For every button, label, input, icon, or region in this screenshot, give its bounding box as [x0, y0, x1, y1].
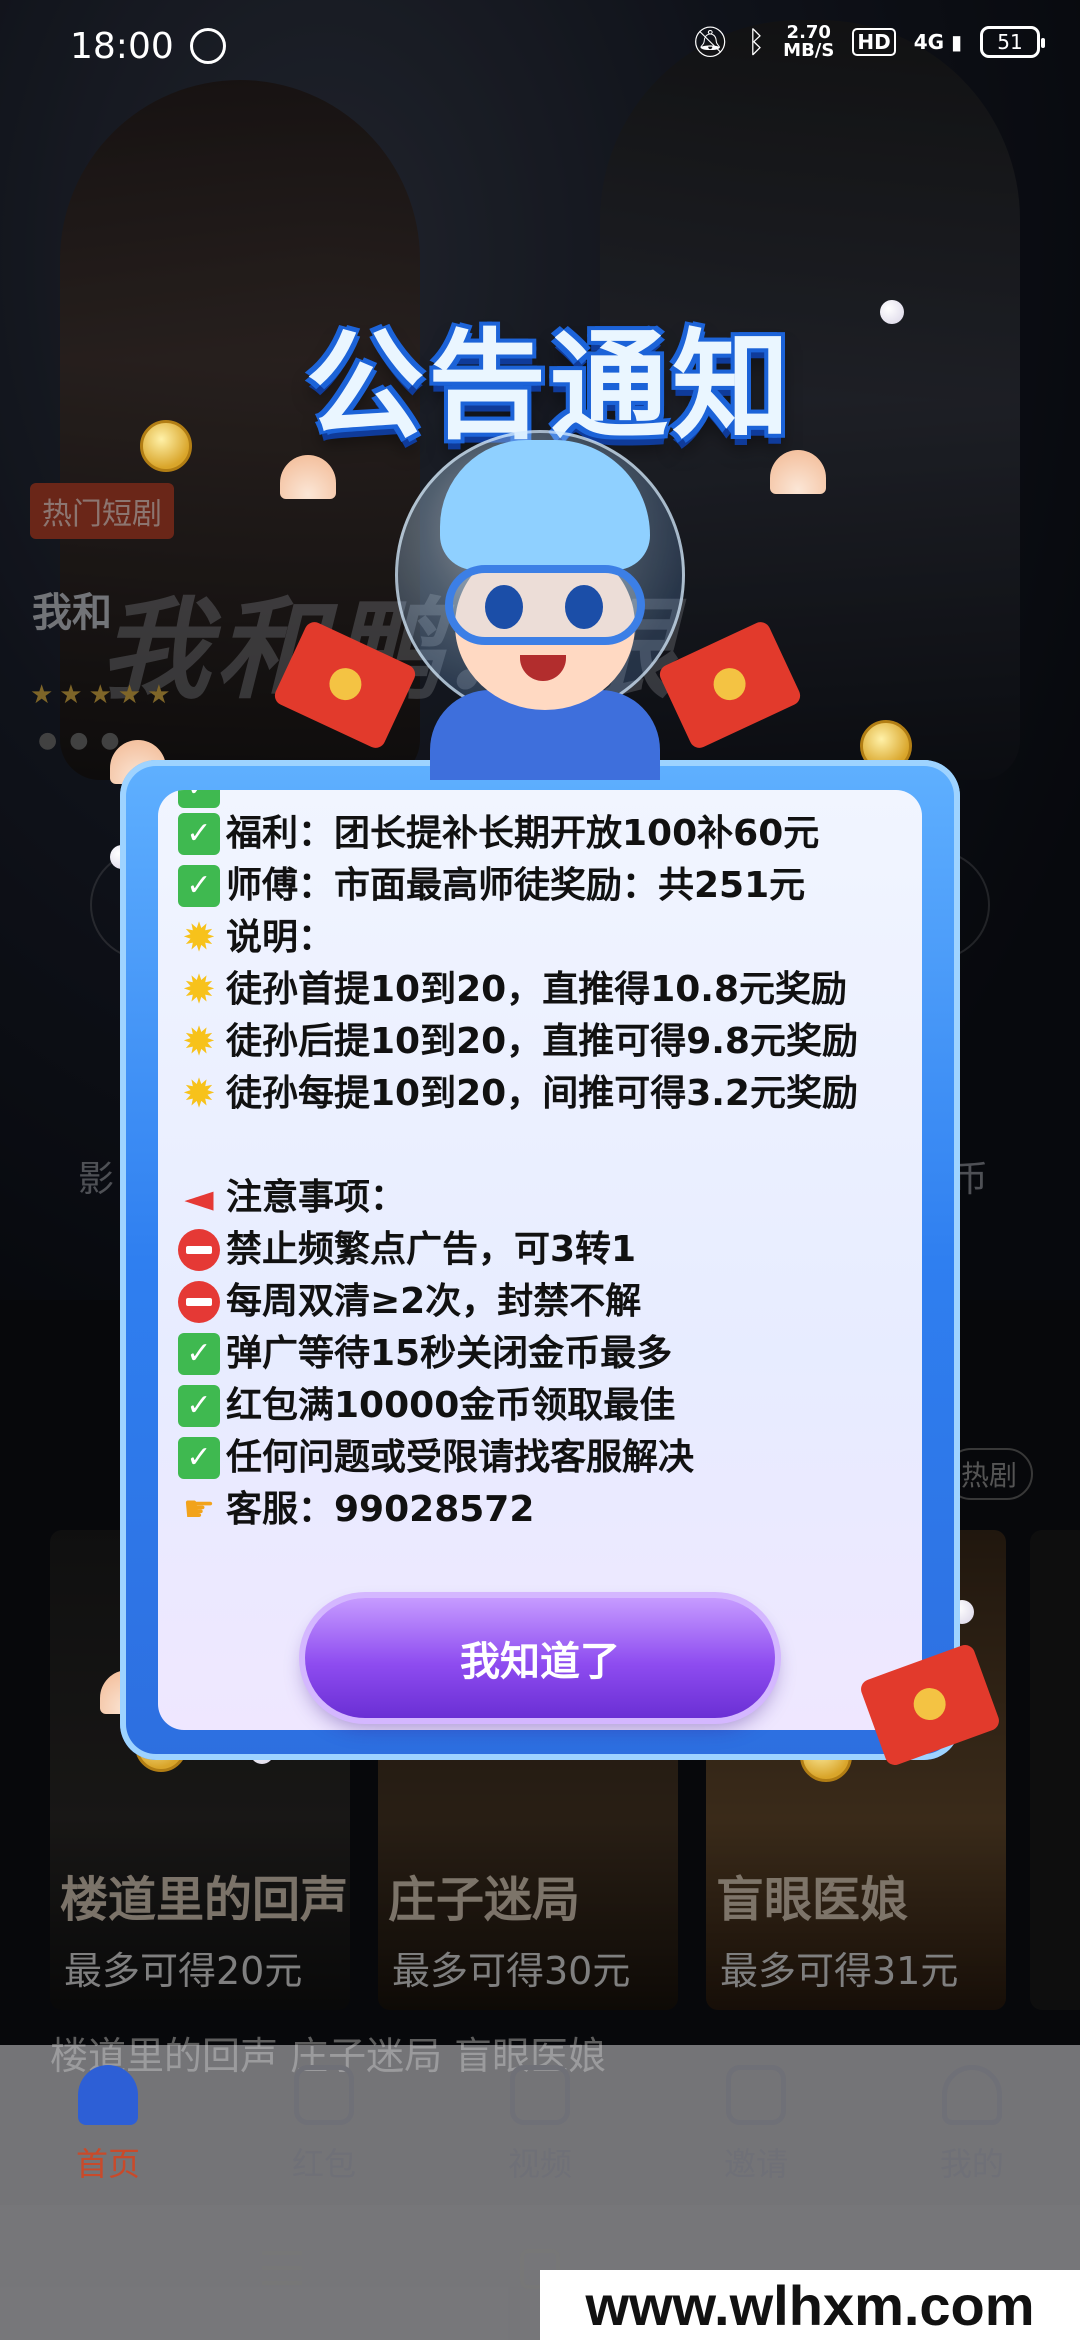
- clock: 18:00: [70, 26, 174, 67]
- line-text: 任何问题或受限请找客服解决: [226, 1437, 695, 1478]
- mute-icon: 🔕︎: [691, 24, 730, 60]
- network-speed: 2.70 MB/S: [783, 24, 834, 60]
- check-icon: ✓: [178, 1437, 220, 1479]
- line-text: 注意事项：: [226, 1177, 407, 1218]
- star-icon: ✹: [182, 1019, 216, 1065]
- coin-icon: [140, 420, 192, 472]
- star-icon: ✹: [182, 1071, 216, 1117]
- announcement-line: ✓ 福利：团长提补长期开放100补60元: [178, 808, 918, 860]
- line-text: 客服：99028572: [226, 1489, 535, 1530]
- announcement-line: 禁止频繁点广告，可3转1: [178, 1224, 918, 1276]
- no-entry-icon: [178, 1281, 220, 1323]
- announcement-line: ✓ 红包满10000金币领取最佳: [178, 1380, 918, 1432]
- bluetooth-icon: ᛒ: [747, 24, 766, 60]
- pointing-hand-icon: ☛: [182, 1489, 216, 1530]
- signal-icon: 4G ▮: [913, 30, 962, 54]
- line-text: 福利：团长提补长期开放100补60元: [226, 813, 820, 854]
- line-text: 禁止频繁点广告，可3转1: [226, 1229, 637, 1270]
- check-icon: ✓: [178, 790, 220, 808]
- status-bar: 18:00 🔕︎ ᛒ 2.70 MB/S HD 4G ▮ 51: [0, 0, 1080, 96]
- line-text: 师傅：市面最高师徒奖励：共251元: [226, 865, 806, 906]
- line-text: 红包满10000金币领取最佳: [226, 1385, 676, 1426]
- announcement-line: ✓ 任何问题或受限请找客服解决: [178, 1432, 918, 1484]
- red-envelope-icon: [656, 618, 804, 752]
- announcement-line: ✓ 师傅：市面最高师徒奖励：共251元: [178, 860, 918, 912]
- shell-icon: [280, 455, 336, 499]
- announcement-line: ✹ 徒孙后提10到20，直推可得9.8元奖励: [178, 1016, 918, 1068]
- battery-level: 51: [997, 30, 1023, 54]
- announcement-line: ☛ 客服：99028572: [178, 1484, 918, 1536]
- announcement-line: ✹ 徒孙首提10到20，直推得10.8元奖励: [178, 964, 918, 1016]
- no-entry-icon: [178, 1229, 220, 1271]
- announcement-line: ✓ 弹广等待15秒关闭金币最多: [178, 1328, 918, 1380]
- line-text: 徒孙每提10到20，间推可得3.2元奖励: [226, 1073, 858, 1114]
- hd-icon: HD: [852, 28, 896, 56]
- announcement-lines: ✓ ✓福利：团长提补长期开放100补60元 ✓师傅：市面最高师徒奖励：共251元…: [178, 790, 918, 1536]
- star-icon: ✹: [182, 967, 216, 1013]
- status-icons: 🔕︎ ᛒ 2.70 MB/S HD 4G ▮ 51: [691, 24, 1045, 60]
- check-icon: ✓: [178, 813, 220, 855]
- line-text: 徒孙后提10到20，直推可得9.8元奖励: [226, 1021, 858, 1062]
- line-text: 说明：: [226, 917, 335, 958]
- mascot-eye: [485, 585, 523, 629]
- check-icon: ✓: [178, 865, 220, 907]
- announcement-line: ✹ 徒孙每提10到20，间推可得3.2元奖励: [178, 1068, 918, 1120]
- check-icon: ✓: [178, 1385, 220, 1427]
- clipped-line: ✓: [178, 790, 918, 808]
- mascot-eye: [565, 585, 603, 629]
- confirm-button[interactable]: 我知道了: [305, 1598, 775, 1718]
- line-text: 弹广等待15秒关闭金币最多: [226, 1333, 673, 1374]
- announcement-content: ✓ ✓福利：团长提补长期开放100补60元 ✓师傅：市面最高师徒奖励：共251元…: [158, 790, 922, 1730]
- mascot-goggles: [445, 565, 645, 645]
- megaphone-icon: ◄: [184, 1176, 214, 1220]
- line-text: 徒孙首提10到20，直推得10.8元奖励: [226, 969, 848, 1010]
- announcement-modal: 公告通知 ✓ ✓福利：团长提补长期开放100补60元 ✓师傅：市面最高师徒奖励：…: [0, 0, 1080, 2340]
- line-text: 每周双清≥2次，封禁不解: [226, 1281, 642, 1322]
- battery-icon: 51: [980, 26, 1045, 58]
- screen-record-icon: [190, 28, 226, 64]
- red-envelope-icon: [271, 618, 419, 752]
- star-icon: ✹: [182, 915, 216, 961]
- check-icon: ✓: [178, 1333, 220, 1375]
- announcement-line: ◄ 注意事项：: [178, 1172, 918, 1224]
- announcement-line: 每周双清≥2次，封禁不解: [178, 1276, 918, 1328]
- network-speed-unit: MB/S: [783, 40, 835, 61]
- pearl-icon: [880, 300, 904, 324]
- announcement-line: ✹ 说明：: [178, 912, 918, 964]
- network-type: 4G: [913, 30, 945, 54]
- watermark: www.wlhxm.com: [540, 2270, 1080, 2340]
